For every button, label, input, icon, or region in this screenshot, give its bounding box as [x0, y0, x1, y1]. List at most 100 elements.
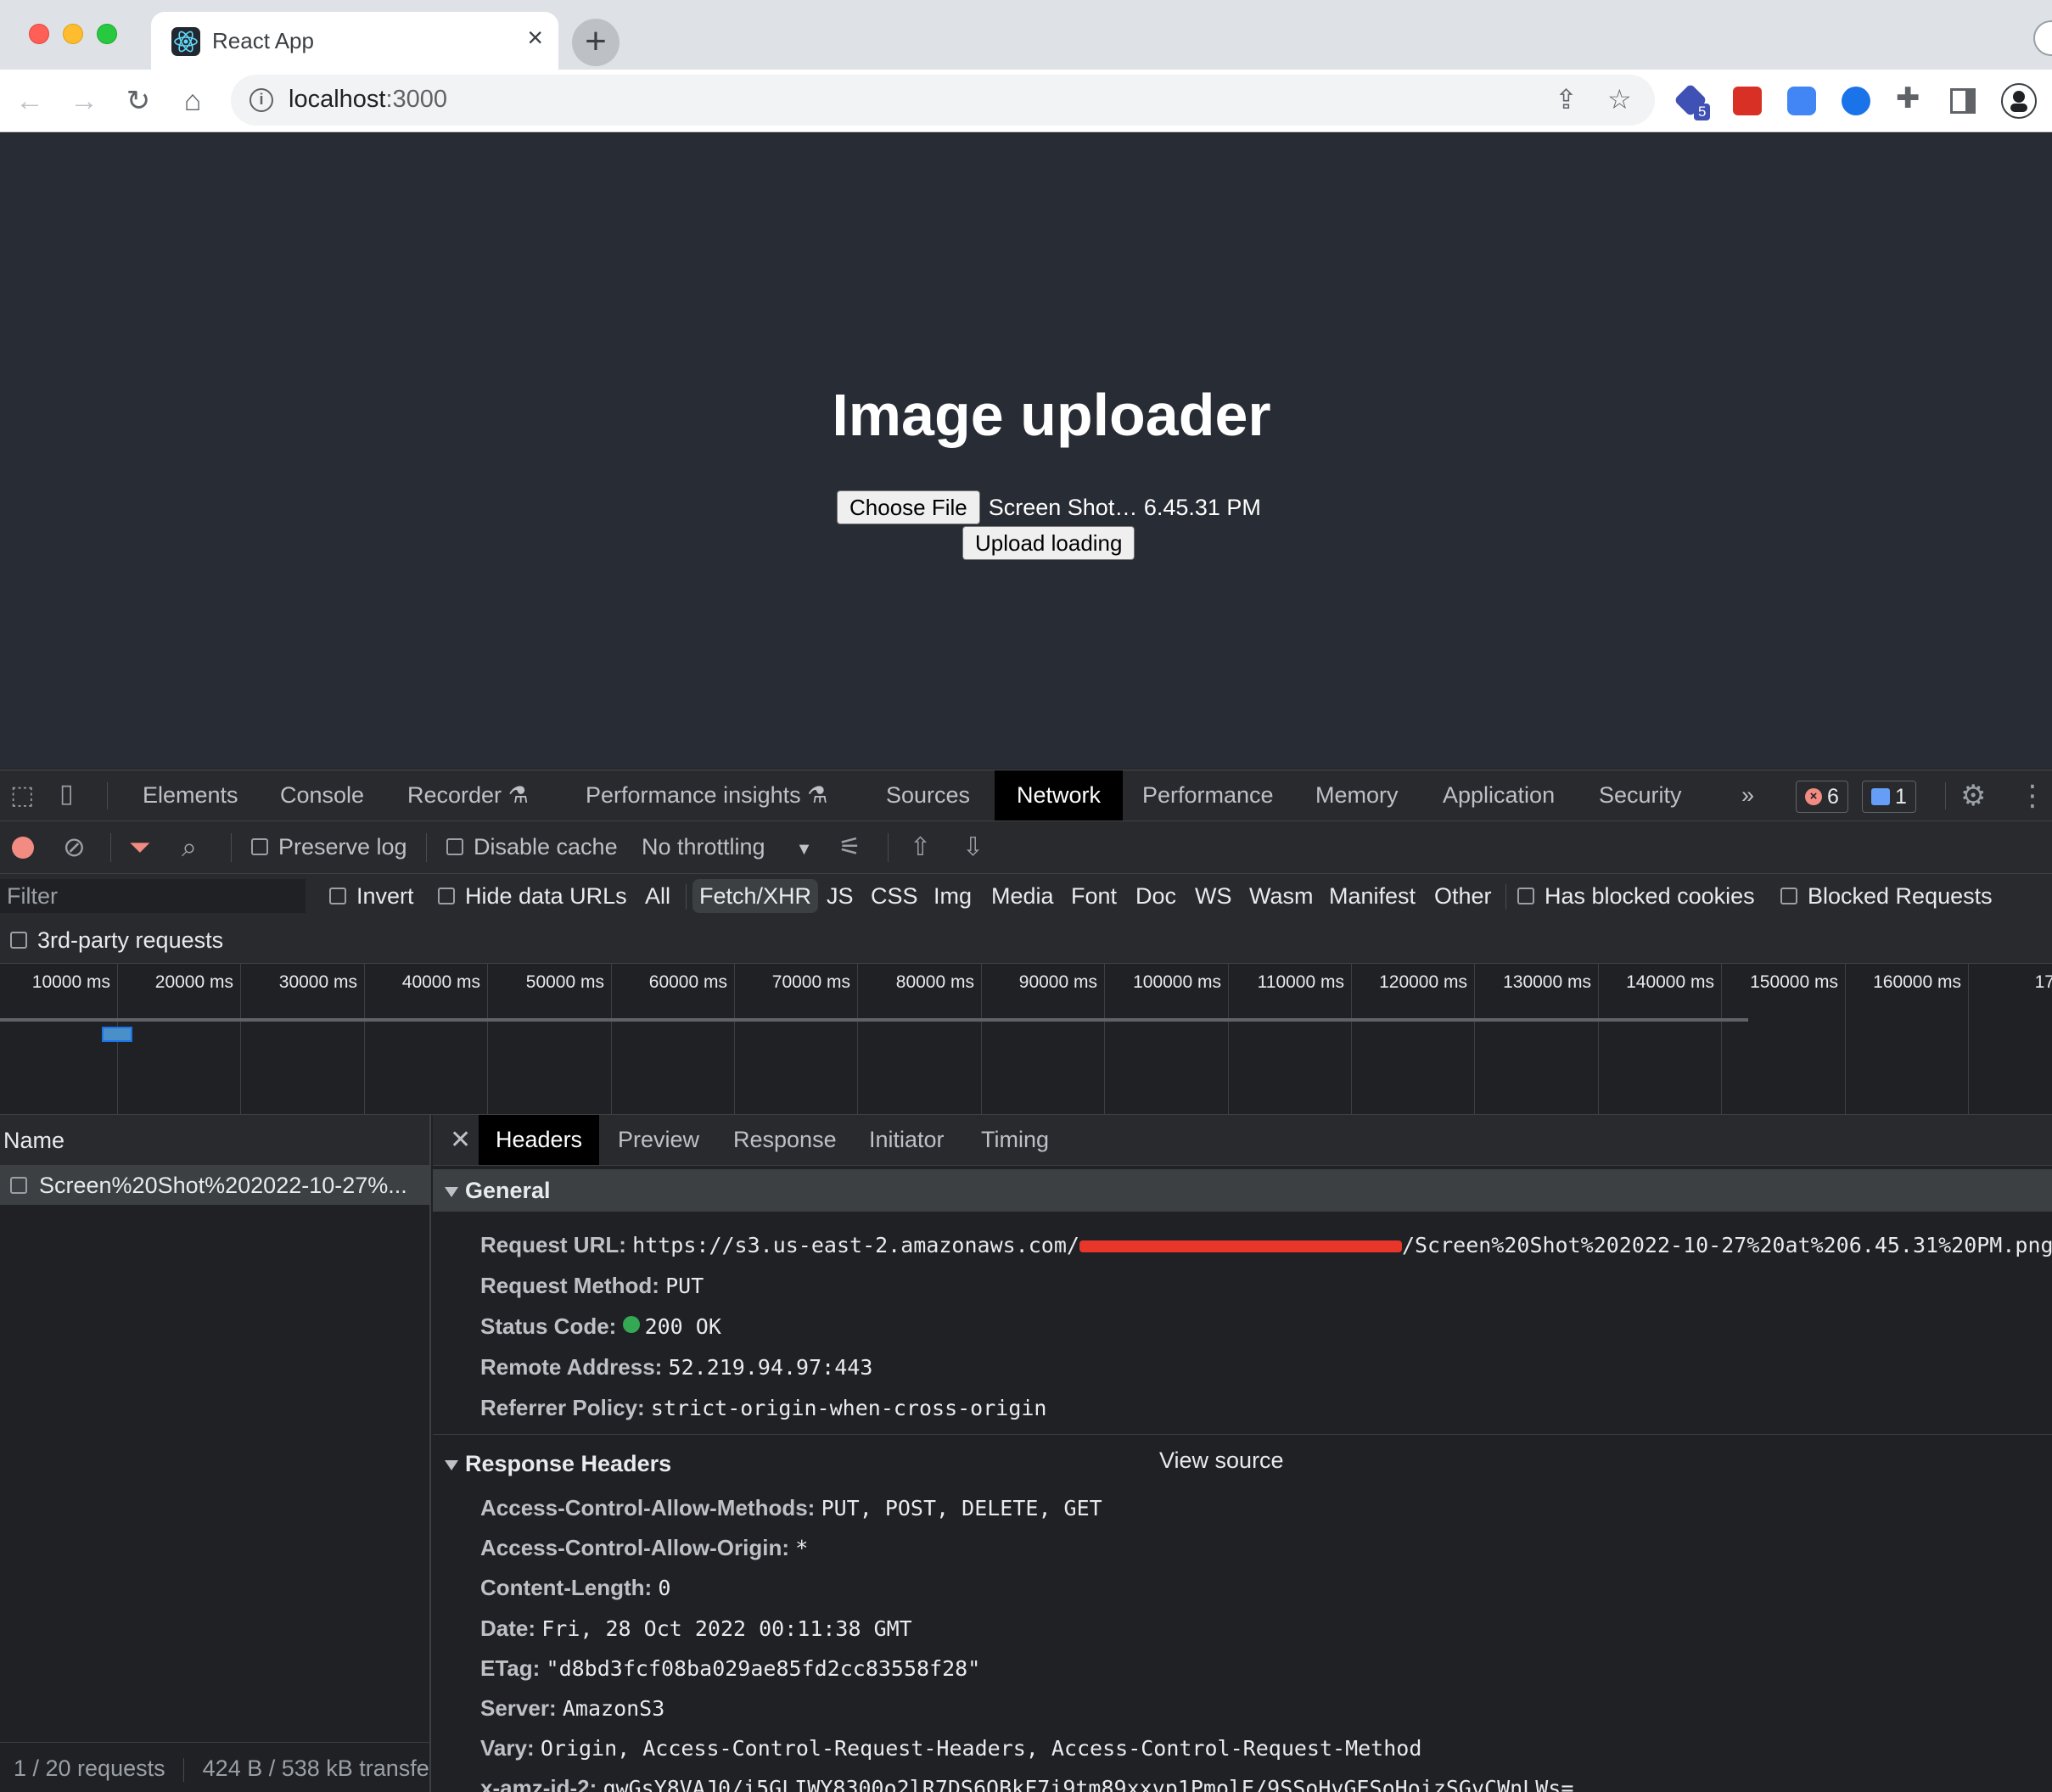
filter-type-media[interactable]: Media — [991, 879, 1054, 913]
network-overview-timeline[interactable]: 10000 ms 20000 ms 30000 ms 40000 ms 50000 ms… — [0, 964, 2052, 1115]
header-value: Origin, Access-Control-Request-Headers, … — [540, 1736, 1422, 1761]
info-icon[interactable]: i — [249, 88, 273, 112]
more-tabs-icon[interactable]: » — [1733, 770, 1763, 820]
request-row[interactable]: Screen%20Shot%202022-10-27%... — [0, 1166, 429, 1205]
tab-memory[interactable]: Memory — [1307, 770, 1407, 820]
tab-recorder[interactable]: Recorder ⚗ — [399, 770, 537, 820]
filter-type-ws[interactable]: WS — [1195, 879, 1232, 913]
record-icon[interactable] — [12, 837, 34, 859]
filter-type-other[interactable]: Other — [1434, 879, 1492, 913]
referrer-policy-row: Referrer Policy: strict-origin-when-cros… — [480, 1395, 1047, 1420]
filter-type-font[interactable]: Font — [1071, 879, 1117, 913]
filter-type-wasm[interactable]: Wasm — [1249, 879, 1314, 913]
filter-input[interactable]: Filter — [0, 879, 306, 913]
response-header-row: Server: AmazonS3 — [480, 1695, 664, 1722]
address-bar[interactable]: i localhost:3000 ⇪ ☆ — [231, 75, 1655, 126]
extension-icon[interactable] — [1842, 87, 1870, 115]
overview-tick-label: 130000 ms — [1503, 972, 1591, 992]
filter-type-fetch-xhr[interactable]: Fetch/XHR — [692, 879, 819, 913]
tab-performance-insights[interactable]: Performance insights ⚗ — [577, 770, 836, 820]
request-detail-panel: ✕ Headers Preview Response Initiator Tim… — [433, 1115, 2052, 1792]
tab-security[interactable]: Security — [1590, 770, 1690, 820]
choose-file-button[interactable]: Choose File — [837, 490, 980, 524]
extension-icon[interactable] — [1787, 87, 1816, 115]
hide-data-urls-checkbox[interactable]: Hide data URLs — [438, 879, 627, 913]
error-count-badge[interactable]: × 6 — [1796, 781, 1848, 813]
download-icon[interactable]: ⇩ — [962, 821, 984, 873]
header-key: x-amz-id-2: — [480, 1775, 597, 1792]
close-icon[interactable]: ✕ — [450, 1125, 471, 1155]
triangle-down-icon — [445, 1459, 458, 1470]
preserve-log-checkbox[interactable]: Preserve log — [251, 821, 407, 873]
tab-initiator[interactable]: Initiator — [869, 1115, 945, 1165]
kebab-menu-icon[interactable]: ⋮ — [2018, 779, 2047, 813]
header-value: * — [795, 1536, 809, 1561]
tab-preview[interactable]: Preview — [618, 1115, 699, 1165]
filter-type-img[interactable]: Img — [933, 879, 972, 913]
disable-cache-checkbox[interactable]: Disable cache — [446, 821, 618, 873]
filter-icon[interactable]: ⏷ — [129, 821, 151, 873]
reload-icon[interactable]: ↻ — [121, 83, 156, 119]
view-source-link[interactable]: View source — [1159, 1448, 1284, 1474]
extensions-puzzle-icon[interactable]: ✚ — [1896, 81, 1920, 115]
network-conditions-icon[interactable]: ⚟ — [838, 821, 861, 873]
forward-icon[interactable]: → — [66, 83, 102, 119]
filter-type-all[interactable]: All — [645, 879, 670, 913]
file-input[interactable]: Choose File Screen Shot… 6.45.31 PM — [837, 490, 1261, 525]
tab-response[interactable]: Response — [733, 1115, 837, 1165]
window-minimize-button[interactable] — [63, 24, 83, 44]
extension-icon[interactable] — [1733, 87, 1762, 115]
back-icon[interactable]: ← — [12, 83, 48, 119]
tab-network[interactable]: Network — [995, 770, 1124, 820]
side-panel-icon[interactable] — [1950, 88, 1976, 114]
clear-icon[interactable]: ⊘ — [63, 821, 86, 873]
overview-tick-label: 50000 ms — [525, 972, 604, 992]
new-tab-button[interactable]: + — [572, 19, 620, 66]
device-toolbar-icon[interactable]: ▯ — [59, 779, 74, 809]
bookmark-star-icon[interactable]: ☆ — [1607, 83, 1632, 115]
has-blocked-cookies-checkbox[interactable]: Has blocked cookies — [1517, 879, 1755, 913]
tab-headers[interactable]: Headers — [479, 1115, 600, 1165]
message-icon — [1871, 788, 1890, 805]
chevron-down-icon: ▼ — [795, 840, 813, 859]
section-general[interactable]: General — [433, 1169, 2052, 1212]
tab-console[interactable]: Console — [272, 770, 373, 820]
request-list: Name Screen%20Shot%202022-10-27%... 1 / … — [0, 1115, 431, 1792]
tab-sources[interactable]: Sources — [877, 770, 978, 820]
tab-timing[interactable]: Timing — [981, 1115, 1049, 1165]
header-value: 0 — [658, 1576, 671, 1601]
third-party-requests-checkbox[interactable]: 3rd-party requests — [10, 923, 223, 957]
overview-tick-label: 10000 ms — [31, 972, 110, 992]
page-content: Image uploader Choose File Screen Shot… … — [0, 133, 2052, 769]
filter-type-css[interactable]: CSS — [871, 879, 918, 913]
home-icon[interactable]: ⌂ — [175, 83, 210, 119]
response-header-row: Content-Length: 0 — [480, 1575, 670, 1601]
upload-icon[interactable]: ⇧ — [910, 821, 931, 873]
selected-file-name: Screen Shot… 6.45.31 PM — [988, 494, 1261, 520]
close-icon[interactable]: × — [527, 24, 543, 51]
avatar[interactable] — [2033, 20, 2052, 56]
avatar[interactable] — [2001, 83, 2037, 119]
filter-type-js[interactable]: JS — [827, 879, 854, 913]
invert-checkbox[interactable]: Invert — [329, 879, 414, 913]
tab-application[interactable]: Application — [1434, 770, 1563, 820]
filter-type-doc[interactable]: Doc — [1135, 879, 1176, 913]
request-summary: 1 / 20 requests 424 B / 538 kB transfer — [0, 1742, 429, 1792]
search-icon[interactable]: ⌕ — [182, 821, 197, 873]
blocked-requests-checkbox[interactable]: Blocked Requests — [1780, 879, 1993, 913]
throttling-select[interactable]: No throttling ▼ — [642, 821, 812, 873]
filter-type-manifest[interactable]: Manifest — [1329, 879, 1416, 913]
share-icon[interactable]: ⇪ — [1555, 83, 1578, 115]
browser-tab[interactable]: React App × — [151, 12, 558, 70]
column-header-name[interactable]: Name — [0, 1115, 429, 1166]
upload-button[interactable]: Upload loading — [962, 526, 1135, 560]
gear-icon[interactable]: ⚙ — [1960, 779, 1986, 813]
tab-performance[interactable]: Performance — [1134, 770, 1282, 820]
window-maximize-button[interactable] — [97, 24, 117, 44]
window-close-button[interactable] — [29, 24, 49, 44]
message-count-badge[interactable]: 1 — [1862, 781, 1916, 813]
tab-elements[interactable]: Elements — [134, 770, 247, 820]
header-key: Date: — [480, 1615, 536, 1641]
header-key: Server: — [480, 1695, 557, 1721]
inspect-element-icon[interactable]: ⬚ — [10, 781, 34, 810]
